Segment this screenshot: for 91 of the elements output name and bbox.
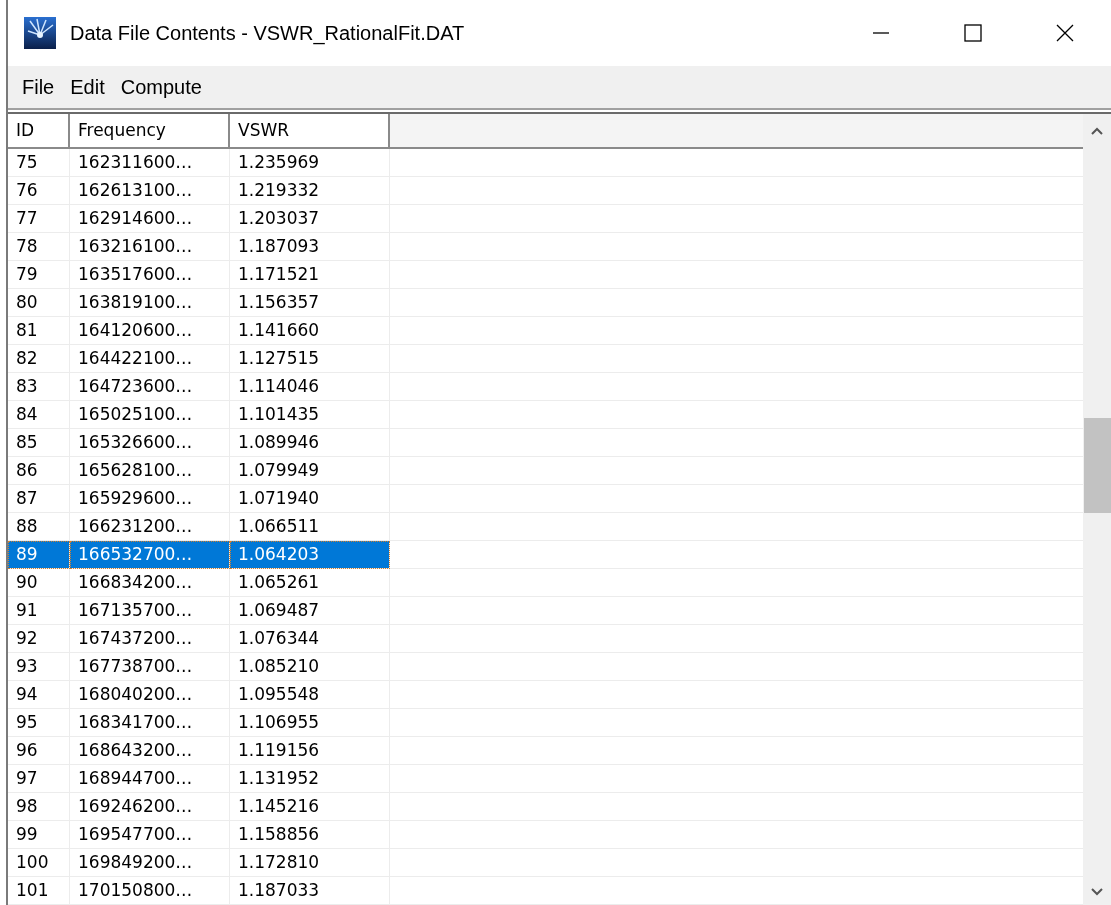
column-header[interactable]: ID bbox=[8, 114, 70, 147]
table-cell: 162311600… bbox=[70, 149, 230, 177]
table-cell: 168040200… bbox=[70, 681, 230, 709]
table-cell: 95 bbox=[8, 709, 70, 737]
table-cell: 81 bbox=[8, 317, 70, 345]
table-cell: 1.171521 bbox=[230, 261, 390, 289]
table-cell: 1.203037 bbox=[230, 205, 390, 233]
menu-item[interactable]: Compute bbox=[112, 75, 210, 99]
table-cell: 162613100… bbox=[70, 177, 230, 205]
table-cell: 1.235969 bbox=[230, 149, 390, 177]
table-cell: 163216100… bbox=[70, 233, 230, 261]
table-cell: 1.089946 bbox=[230, 429, 390, 457]
table-cell: 1.079949 bbox=[230, 457, 390, 485]
table-cell: 1.131952 bbox=[230, 765, 390, 793]
menu-item[interactable]: Edit bbox=[62, 75, 113, 99]
table-cell: 165628100… bbox=[70, 457, 230, 485]
scroll-up-icon[interactable] bbox=[1090, 126, 1104, 136]
table-cell: 100 bbox=[8, 849, 70, 877]
table-cell: 91 bbox=[8, 597, 70, 625]
table-cell: 169246200… bbox=[70, 793, 230, 821]
table-cell: 90 bbox=[8, 569, 70, 597]
table-cell: 164120600… bbox=[70, 317, 230, 345]
table-cell: 89 bbox=[8, 541, 70, 569]
table-cell: 97 bbox=[8, 765, 70, 793]
table-cell: 99 bbox=[8, 821, 70, 849]
menu-item[interactable]: File bbox=[14, 75, 63, 99]
table-cell: 168341700… bbox=[70, 709, 230, 737]
app-icon bbox=[24, 17, 56, 49]
table-cell: 85 bbox=[8, 429, 70, 457]
table-cell: 162914600… bbox=[70, 205, 230, 233]
table-cell: 167135700… bbox=[70, 597, 230, 625]
table-cell: 1.064203 bbox=[230, 541, 390, 569]
table-cell: 98 bbox=[8, 793, 70, 821]
table-cell: 168643200… bbox=[70, 737, 230, 765]
table-cell: 78 bbox=[8, 233, 70, 261]
table-cell: 165929600… bbox=[70, 485, 230, 513]
table-cell: 166532700… bbox=[70, 541, 230, 569]
table-cell: 1.145216 bbox=[230, 793, 390, 821]
table-cell: 92 bbox=[8, 625, 70, 653]
table-cell: 1.065261 bbox=[230, 569, 390, 597]
table-cell: 169849200… bbox=[70, 849, 230, 877]
table-cell: 167738700… bbox=[70, 653, 230, 681]
table-cell: 1.156357 bbox=[230, 289, 390, 317]
table-cell: 169547700… bbox=[70, 821, 230, 849]
table-cell: 1.119156 bbox=[230, 737, 390, 765]
table-cell: 1.141660 bbox=[230, 317, 390, 345]
table-cell: 86 bbox=[8, 457, 70, 485]
table-cell: 101 bbox=[8, 877, 70, 905]
table-cell: 167437200… bbox=[70, 625, 230, 653]
table-cell: 1.127515 bbox=[230, 345, 390, 373]
table-cell: 1.069487 bbox=[230, 597, 390, 625]
table-cell: 80 bbox=[8, 289, 70, 317]
table-cell: 1.158856 bbox=[230, 821, 390, 849]
table-cell: 96 bbox=[8, 737, 70, 765]
table-cell: 1.071940 bbox=[230, 485, 390, 513]
table-cell: 1.076344 bbox=[230, 625, 390, 653]
table-cell: 164723600… bbox=[70, 373, 230, 401]
table-cell: 165025100… bbox=[70, 401, 230, 429]
table-cell: 1.187093 bbox=[230, 233, 390, 261]
table-cell: 79 bbox=[8, 261, 70, 289]
table-cell: 164422100… bbox=[70, 345, 230, 373]
table-cell: 1.085210 bbox=[230, 653, 390, 681]
window-title: Data File Contents - VSWR_RationalFit.DAT bbox=[70, 21, 466, 45]
table-cell: 165326600… bbox=[70, 429, 230, 457]
column-header[interactable]: Frequency bbox=[70, 114, 230, 147]
table-cell: 77 bbox=[8, 205, 70, 233]
table-cell: 76 bbox=[8, 177, 70, 205]
table-cell: 170150800… bbox=[70, 877, 230, 905]
close-icon[interactable] bbox=[1056, 24, 1074, 42]
table-cell: 94 bbox=[8, 681, 70, 709]
table-cell: 163819100… bbox=[70, 289, 230, 317]
table-cell: 87 bbox=[8, 485, 70, 513]
scroll-thumb[interactable] bbox=[1084, 418, 1111, 513]
table-cell: 1.172810 bbox=[230, 849, 390, 877]
table-cell: 84 bbox=[8, 401, 70, 429]
table-cell: 1.219332 bbox=[230, 177, 390, 205]
table-cell: 1.114046 bbox=[230, 373, 390, 401]
table-cell: 83 bbox=[8, 373, 70, 401]
table-cell: 93 bbox=[8, 653, 70, 681]
table-cell: 1.101435 bbox=[230, 401, 390, 429]
table-cell: 166834200… bbox=[70, 569, 230, 597]
table-cell: 1.095548 bbox=[230, 681, 390, 709]
maximize-icon[interactable] bbox=[964, 24, 982, 42]
table-cell: 75 bbox=[8, 149, 70, 177]
table-cell: 1.106955 bbox=[230, 709, 390, 737]
table-cell: 168944700… bbox=[70, 765, 230, 793]
vertical-scrollbar[interactable] bbox=[1083, 114, 1111, 905]
scroll-down-icon[interactable] bbox=[1090, 887, 1104, 897]
table-cell: 1.187033 bbox=[230, 877, 390, 905]
table-cell: 163517600… bbox=[70, 261, 230, 289]
table-cell: 82 bbox=[8, 345, 70, 373]
